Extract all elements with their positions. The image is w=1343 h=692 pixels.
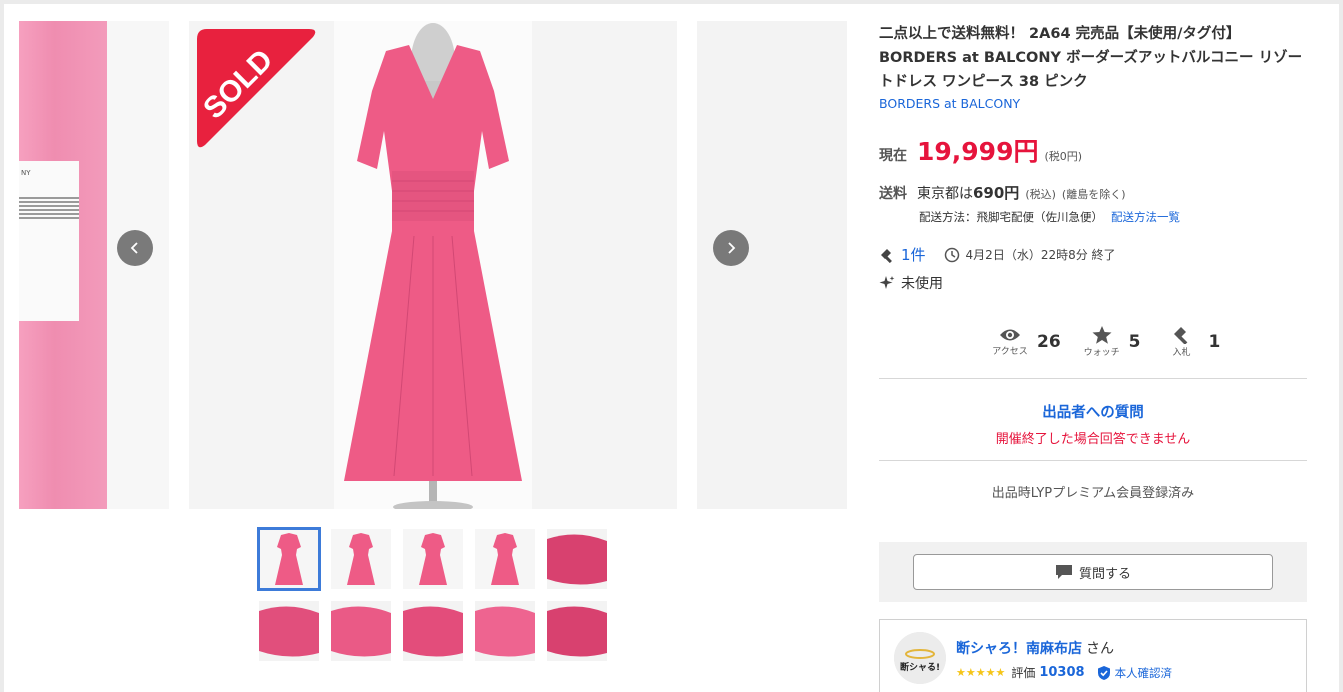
seller-honorific: さん: [1086, 641, 1114, 657]
eye-icon: [1000, 329, 1020, 341]
auction-page: NY SOLD 二点以上で送料無料！ 2A64 完売品【未使用/タグ付】BORD…: [4, 4, 1339, 692]
gallery-prev-button[interactable]: [117, 230, 153, 266]
shipping-fee-note: (税込): [1025, 188, 1056, 201]
gallery-thumbnail[interactable]: [259, 601, 319, 661]
gallery-thumbnail[interactable]: [547, 601, 607, 661]
bid-count[interactable]: 1件: [901, 244, 926, 265]
seller-rating-row: ★★★★★ 評価 10308 本人確認済: [956, 664, 1172, 681]
divider: [879, 378, 1307, 379]
sold-badge: SOLD: [197, 29, 319, 151]
stat-access: アクセス 26: [989, 326, 1061, 358]
product-info: 二点以上で送料無料！ 2A64 完売品【未使用/タグ付】BORDERS at B…: [879, 22, 1307, 692]
gallery-thumbnail[interactable]: [403, 601, 463, 661]
end-time: 4月2日（水）22時8分 終了: [965, 248, 1116, 262]
gallery-next-button[interactable]: [713, 230, 749, 266]
ask-question-button[interactable]: 質問する: [913, 554, 1273, 590]
brand-link[interactable]: BORDERS at BALCONY: [879, 96, 1307, 111]
seller-question-link[interactable]: 出品者への質問: [879, 401, 1307, 422]
stat-watch[interactable]: ウォッチ 5: [1081, 326, 1141, 358]
gallery-thumbnail[interactable]: [547, 529, 607, 589]
auction-meta: 1件 4月2日（水）22時8分 終了: [879, 244, 1116, 265]
identity-verified-badge: 本人確認済: [1097, 665, 1173, 681]
divider: [879, 460, 1307, 461]
seller-card: 断シャる! 断シャろ！南麻布店 さん ★★★★★ 評価 10308 本人確認済: [879, 619, 1307, 692]
chevron-right-icon: [728, 242, 736, 254]
gallery-slide-next[interactable]: [697, 21, 847, 509]
gavel-icon: [881, 248, 892, 263]
gallery-main-image[interactable]: SOLD: [189, 21, 677, 509]
stat-bids-value: 1: [1208, 332, 1221, 352]
shipping-fee: 690円: [973, 184, 1020, 202]
clock-icon: [944, 247, 959, 262]
chevron-left-icon: [130, 242, 138, 254]
stat-watch-label: ウォッチ: [1083, 348, 1120, 358]
stat-access-label: アクセス: [992, 347, 1028, 357]
gallery-slide-previous[interactable]: NY: [19, 21, 169, 509]
shipping-method-text: 配送方法：飛脚宅配便（佐川急便）: [919, 210, 1103, 224]
gallery-thumbnail[interactable]: [331, 601, 391, 661]
seller-avatar[interactable]: 断シャる!: [894, 632, 946, 684]
verified-label: 本人確認済: [1114, 665, 1173, 680]
dress-photo: [334, 21, 532, 509]
shipping-exclusion-note: (離島を除く): [1061, 188, 1126, 201]
gallery-thumbnail[interactable]: [331, 529, 391, 589]
stat-watch-value: 5: [1128, 332, 1141, 352]
tax-note: (税0円): [1044, 150, 1083, 163]
speech-bubble-icon: [1055, 565, 1072, 579]
gallery-thumbnail[interactable]: [475, 529, 535, 589]
current-price: 19,999円: [917, 137, 1039, 166]
gallery-thumbnail[interactable]: [257, 527, 321, 591]
item-condition: 未使用: [901, 276, 943, 292]
sparkle-icon: [879, 276, 895, 289]
image-gallery: NY SOLD: [19, 21, 847, 509]
shipping-method: 配送方法：飛脚宅配便（佐川急便） 配送方法一覧: [919, 209, 1180, 225]
gallery-thumbnail[interactable]: [403, 529, 463, 589]
stat-access-value: 26: [1037, 332, 1061, 352]
product-title: 二点以上で送料無料！ 2A64 完売品【未使用/タグ付】BORDERS at B…: [879, 26, 1303, 90]
lyp-premium-note: 出品時LYPプレミアム会員登録済み: [991, 486, 1195, 501]
ask-question-label: 質問する: [1078, 566, 1131, 582]
shipping-destination: 東京都は690円: [917, 182, 1019, 203]
gallery-thumbnail[interactable]: [475, 601, 535, 661]
condition-row: 未使用: [879, 273, 943, 293]
ask-question-panel: 質問する: [879, 542, 1307, 602]
stat-bids: 入札 1: [1161, 326, 1221, 358]
seller-name-link[interactable]: 断シャろ！南麻布店: [956, 641, 1082, 657]
verified-check-icon: [1097, 665, 1110, 680]
rating-label: 評価: [1011, 666, 1036, 680]
shipping-methods-link[interactable]: 配送方法一覧: [1111, 210, 1180, 224]
shipping-label: 送料: [879, 186, 907, 202]
price-label: 現在: [879, 148, 907, 164]
stats-row: アクセス 26 ウォッチ 5 入札 1: [989, 326, 1240, 358]
rating-stars-icon: ★★★★★: [956, 666, 1006, 679]
shipping-row: 送料 東京都は690円 (税込) (離島を除く): [879, 182, 1126, 203]
fabric-closeup-image: NY: [19, 21, 107, 509]
price-row: 現在 19,999円 (税0円): [879, 132, 1082, 168]
seller-avatar-text: 断シャる!: [900, 661, 940, 673]
gavel-icon: [1173, 327, 1187, 344]
stat-bids-label: 入札: [1172, 348, 1191, 358]
question-closed-note: 開催終了した場合回答できません: [995, 432, 1191, 447]
rating-value[interactable]: 10308: [1039, 665, 1084, 680]
star-icon: [1092, 326, 1112, 344]
seller-name: 断シャろ！南麻布店 さん: [956, 638, 1114, 658]
shipping-destination-prefix: 東京都は: [917, 186, 973, 202]
